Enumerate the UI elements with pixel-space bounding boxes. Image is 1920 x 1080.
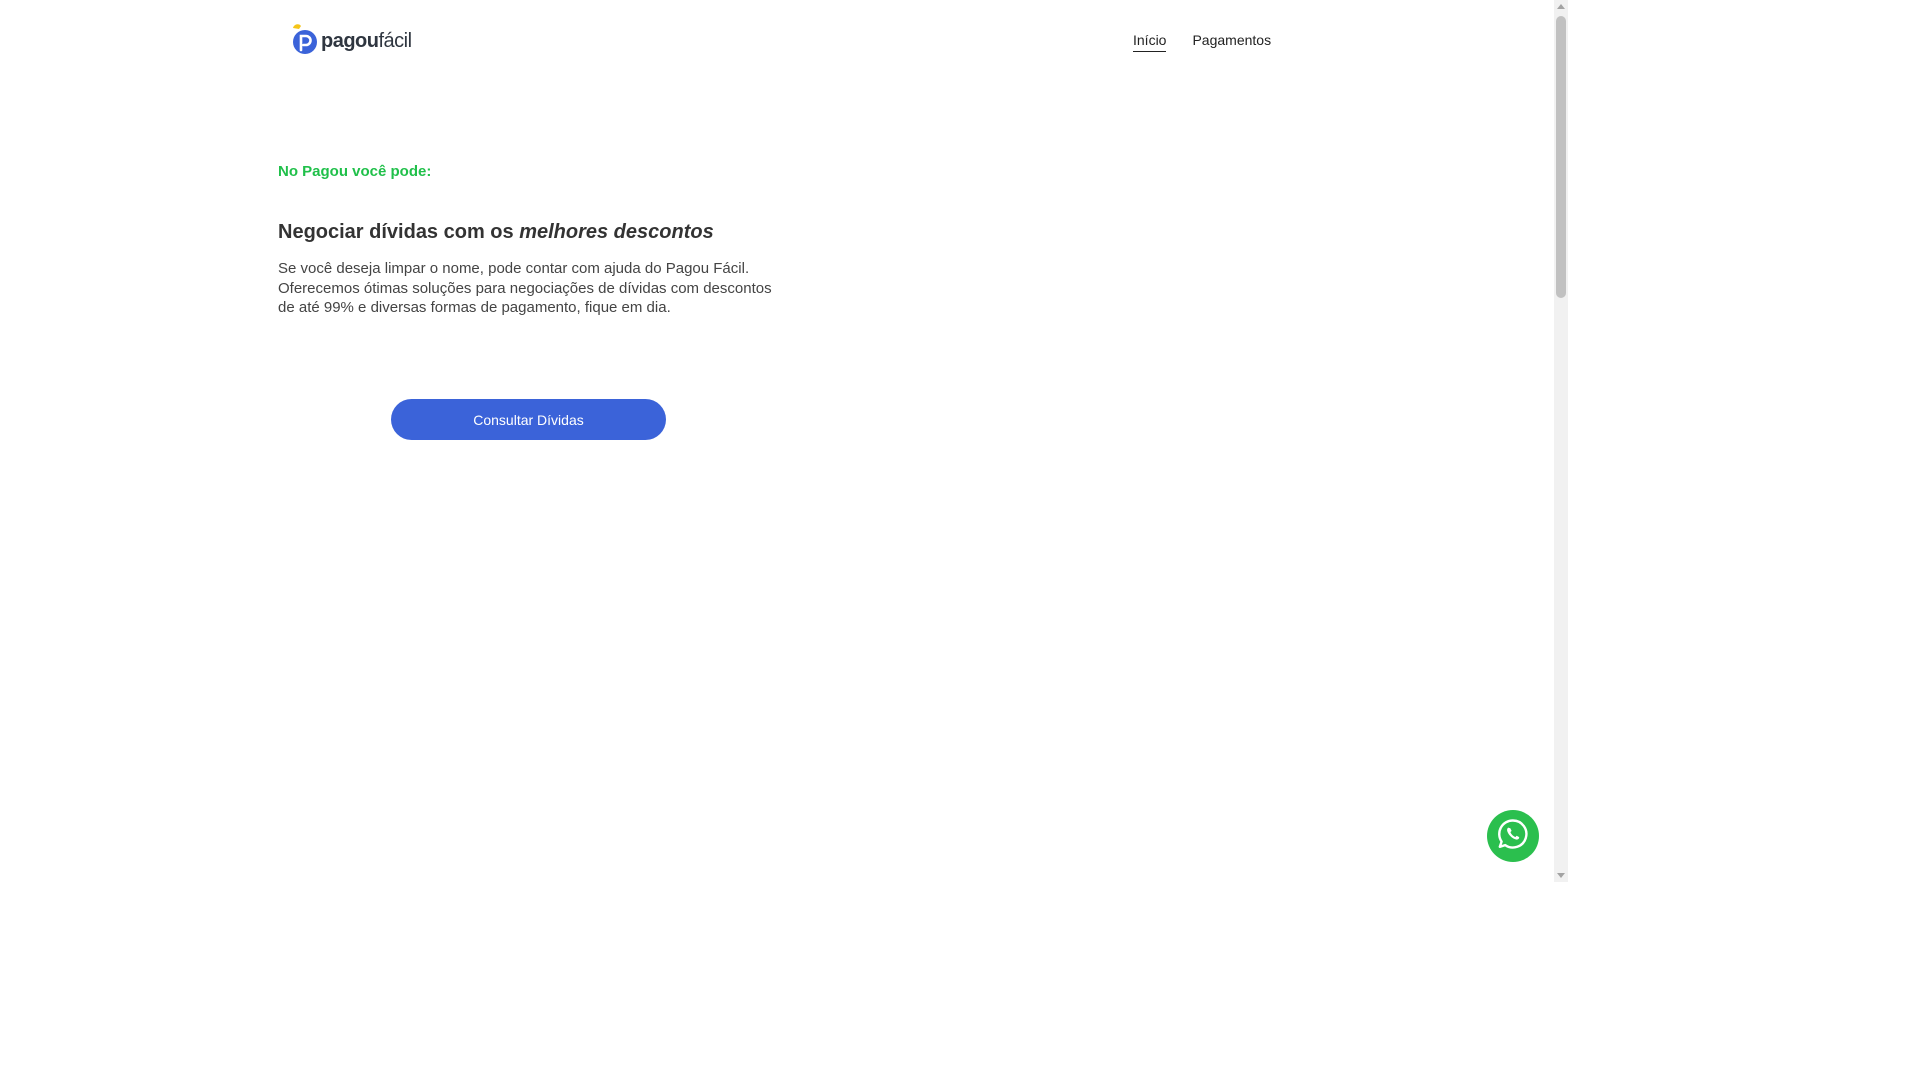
- logo-wordmark-facil: fácil: [378, 29, 413, 52]
- vertical-scrollbar[interactable]: [1554, 0, 1568, 882]
- main-nav: Início Pagamentos: [1133, 30, 1271, 52]
- hero-headline-plain: Negociar dívidas com os: [278, 221, 520, 243]
- hero-headline: Negociar dívidas com os melhores descont…: [278, 221, 714, 244]
- pagou-logo-icon: [291, 22, 319, 54]
- hero-headline-emphasis: melhores descontos: [519, 221, 714, 243]
- logo-wordmark: pagoufácil: [321, 30, 412, 53]
- site-header: pagoufácil Início Pagamentos: [0, 0, 1554, 80]
- scroll-up-arrow-icon[interactable]: [1557, 4, 1565, 9]
- page: pagoufácil Início Pagamentos No Pagou vo…: [0, 0, 1568, 882]
- hero-description: Se você deseja limpar o nome, pode conta…: [278, 260, 772, 316]
- scrollbar-thumb[interactable]: [1556, 16, 1566, 298]
- nav-item-inicio[interactable]: Início: [1133, 30, 1167, 52]
- whatsapp-icon: [1496, 817, 1530, 856]
- consultar-dividas-button[interactable]: Consultar Dívidas: [391, 399, 666, 440]
- nav-item-pagamentos[interactable]: Pagamentos: [1192, 30, 1271, 52]
- logo-wordmark-pagou: pagou: [321, 29, 379, 52]
- hero-eyebrow: No Pagou você pode:: [278, 163, 432, 180]
- scroll-down-arrow-icon[interactable]: [1557, 873, 1565, 878]
- whatsapp-button[interactable]: [1487, 810, 1539, 862]
- logo-link[interactable]: pagoufácil: [291, 22, 412, 54]
